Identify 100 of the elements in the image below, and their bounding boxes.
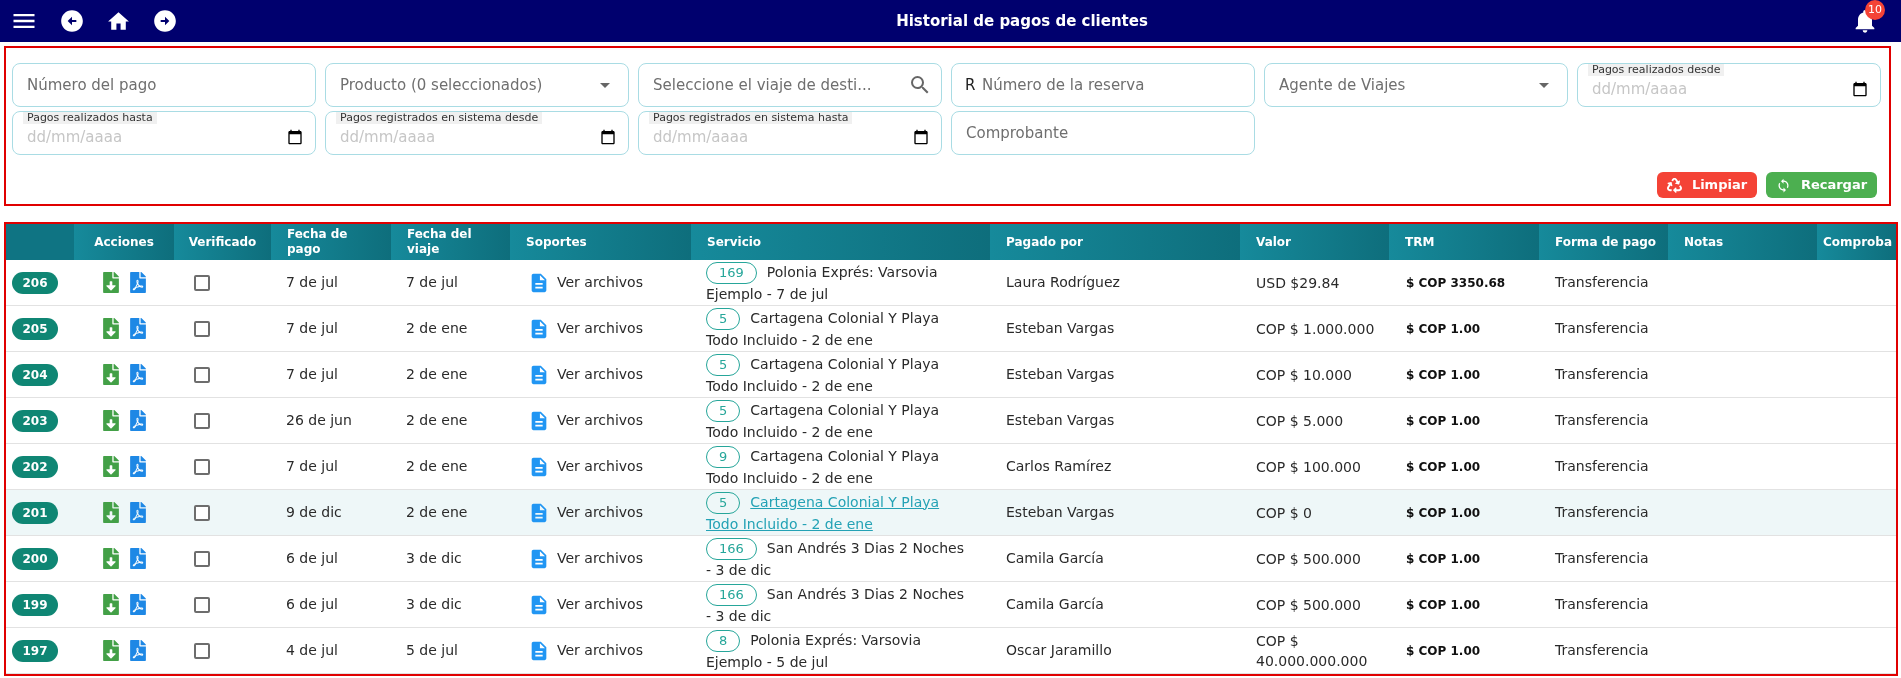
- checkbox[interactable]: [194, 366, 210, 383]
- column-header: Fecha del viaje: [391, 224, 510, 260]
- payer-name: Esteban Vargas: [1006, 411, 1115, 430]
- payment-date: 9 de dic: [286, 503, 342, 522]
- payment-method: Transferencia: [1555, 595, 1649, 614]
- service-link[interactable]: 5 Cartagena Colonial Y Playa Todo Incluido - 2 de ene: [706, 307, 970, 350]
- payer-name: Esteban Vargas: [1006, 319, 1115, 338]
- checkbox[interactable]: [194, 412, 210, 429]
- view-files-link[interactable]: Ver archivos: [528, 363, 643, 386]
- file-download-icon[interactable]: [102, 364, 119, 385]
- payment-id-badge: 201: [12, 501, 58, 524]
- calendar-icon[interactable]: [287, 129, 303, 145]
- calendar-icon[interactable]: [600, 129, 616, 145]
- checkbox[interactable]: [194, 642, 210, 659]
- trip-date: 2 de ene: [406, 365, 468, 384]
- date-field[interactable]: Pagos registrados en sistema desde dd/mm/aaaa: [325, 111, 629, 155]
- view-files-link[interactable]: Ver archivos: [528, 455, 643, 478]
- view-files-link[interactable]: Ver archivos: [528, 271, 643, 294]
- service-link[interactable]: 8 Polonia Exprés: Varsovia Ejemplo - 5 de jul: [706, 629, 970, 672]
- recycle-icon: [1666, 177, 1682, 193]
- checkbox[interactable]: [194, 550, 210, 567]
- caret-icon: [600, 82, 610, 88]
- pdf-file-icon[interactable]: [129, 318, 146, 339]
- exchange-rate: $ COP 1.00: [1406, 596, 1481, 614]
- payment-method: Transferencia: [1555, 273, 1649, 292]
- date-field[interactable]: Pagos registrados en sistema hasta dd/mm/aaaa: [638, 111, 942, 155]
- file-download-icon[interactable]: [102, 410, 119, 431]
- pdf-file-icon[interactable]: [129, 548, 146, 569]
- payment-id-badge: 199: [12, 593, 58, 616]
- trip-date: 2 de ene: [406, 411, 468, 430]
- payment-method: Transferencia: [1555, 457, 1649, 476]
- pdf-file-icon[interactable]: [129, 502, 146, 523]
- pdf-file-icon[interactable]: [129, 594, 146, 615]
- dropdown-field[interactable]: Agente de Viajes: [1264, 63, 1568, 107]
- back-arrow-icon[interactable]: [59, 8, 85, 34]
- service-link[interactable]: 5 Cartagena Colonial Y Playa Todo Incluido - 2 de ene: [706, 353, 970, 396]
- file-download-icon[interactable]: [102, 640, 119, 661]
- payer-name: Camila García: [1006, 549, 1104, 568]
- payment-id-badge: 206: [12, 271, 58, 294]
- payment-method: Transferencia: [1555, 411, 1649, 430]
- view-files-link[interactable]: Ver archivos: [528, 409, 643, 432]
- pdf-file-icon[interactable]: [129, 640, 146, 661]
- checkbox[interactable]: [194, 274, 210, 291]
- file-download-icon[interactable]: [102, 594, 119, 615]
- payment-method: Transferencia: [1555, 549, 1649, 568]
- checkbox[interactable]: [194, 458, 210, 475]
- payment-id-badge: 197: [12, 639, 58, 662]
- amount: COP $ 500.000: [1256, 549, 1361, 569]
- amount: COP $ 5.000: [1256, 411, 1344, 431]
- file-download-icon[interactable]: [102, 272, 119, 293]
- pdf-file-icon[interactable]: [129, 456, 146, 477]
- pdf-file-icon[interactable]: [129, 410, 146, 431]
- service-link[interactable]: 9 Cartagena Colonial Y Playa Todo Incluido - 2 de ene: [706, 445, 970, 488]
- trip-date: 7 de jul: [406, 273, 458, 292]
- view-files-link[interactable]: Ver archivos: [528, 317, 643, 340]
- file-download-icon[interactable]: [102, 548, 119, 569]
- column-header: Notas: [1668, 224, 1817, 260]
- amount: COP $ 0: [1256, 503, 1312, 523]
- payment-method: Transferencia: [1555, 641, 1649, 660]
- view-files-link[interactable]: Ver archivos: [528, 639, 643, 662]
- trip-date: 3 de dic: [406, 595, 462, 614]
- calendar-icon[interactable]: [1852, 81, 1868, 97]
- date-field[interactable]: Pagos realizados hasta dd/mm/aaaa: [12, 111, 316, 155]
- amount: COP $ 40.000.000.000: [1256, 631, 1369, 671]
- column-header: Valor: [1240, 224, 1389, 260]
- date-field[interactable]: Pagos realizados desde dd/mm/aaaa: [1577, 63, 1881, 107]
- payer-name: Oscar Jaramillo: [1006, 641, 1112, 660]
- pdf-file-icon[interactable]: [129, 272, 146, 293]
- service-link[interactable]: 166 San Andrés 3 Dias 2 Noches - 3 de dic: [706, 583, 970, 626]
- exchange-rate: $ COP 1.00: [1406, 458, 1481, 476]
- exchange-rate: $ COP 1.00: [1406, 412, 1481, 430]
- file-download-icon[interactable]: [102, 502, 119, 523]
- view-files-link[interactable]: Ver archivos: [528, 593, 643, 616]
- view-files-link[interactable]: Ver archivos: [528, 547, 643, 570]
- search-field[interactable]: Seleccione el viaje de desti...: [638, 63, 942, 107]
- payment-method: Transferencia: [1555, 503, 1649, 522]
- calendar-icon[interactable]: [913, 129, 929, 145]
- input-field[interactable]: Comprobante: [951, 111, 1255, 155]
- pdf-file-icon[interactable]: [129, 364, 146, 385]
- service-link[interactable]: 169 Polonia Exprés: Varsovia Ejemplo - 7 de jul: [706, 261, 970, 304]
- trip-date: 2 de ene: [406, 503, 468, 522]
- prefix-label: R: [965, 75, 976, 95]
- trip-date: 2 de ene: [406, 319, 468, 338]
- service-link[interactable]: 166 San Andrés 3 Dias 2 Noches - 3 de dic: [706, 537, 970, 580]
- view-files-link[interactable]: Ver archivos: [528, 501, 643, 524]
- file-download-icon[interactable]: [102, 456, 119, 477]
- service-link[interactable]: 5 Cartagena Colonial Y Playa Todo Incluido - 2 de ene: [706, 399, 970, 442]
- checkbox[interactable]: [194, 320, 210, 337]
- exchange-rate: $ COP 1.00: [1406, 504, 1481, 522]
- input-field[interactable]: Número del pago: [12, 63, 316, 107]
- forward-arrow-icon[interactable]: [152, 8, 178, 34]
- payer-name: Laura Rodríguez: [1006, 273, 1120, 292]
- payer-name: Camila García: [1006, 595, 1104, 614]
- dropdown-field[interactable]: Producto (0 seleccionados): [325, 63, 629, 107]
- checkbox[interactable]: [194, 504, 210, 521]
- payment-id-badge: 204: [12, 363, 58, 386]
- column-header: Forma de pago: [1539, 224, 1668, 260]
- checkbox[interactable]: [194, 596, 210, 613]
- clear-button[interactable]: Limpiar: [1657, 172, 1757, 198]
- file-download-icon[interactable]: [102, 318, 119, 339]
